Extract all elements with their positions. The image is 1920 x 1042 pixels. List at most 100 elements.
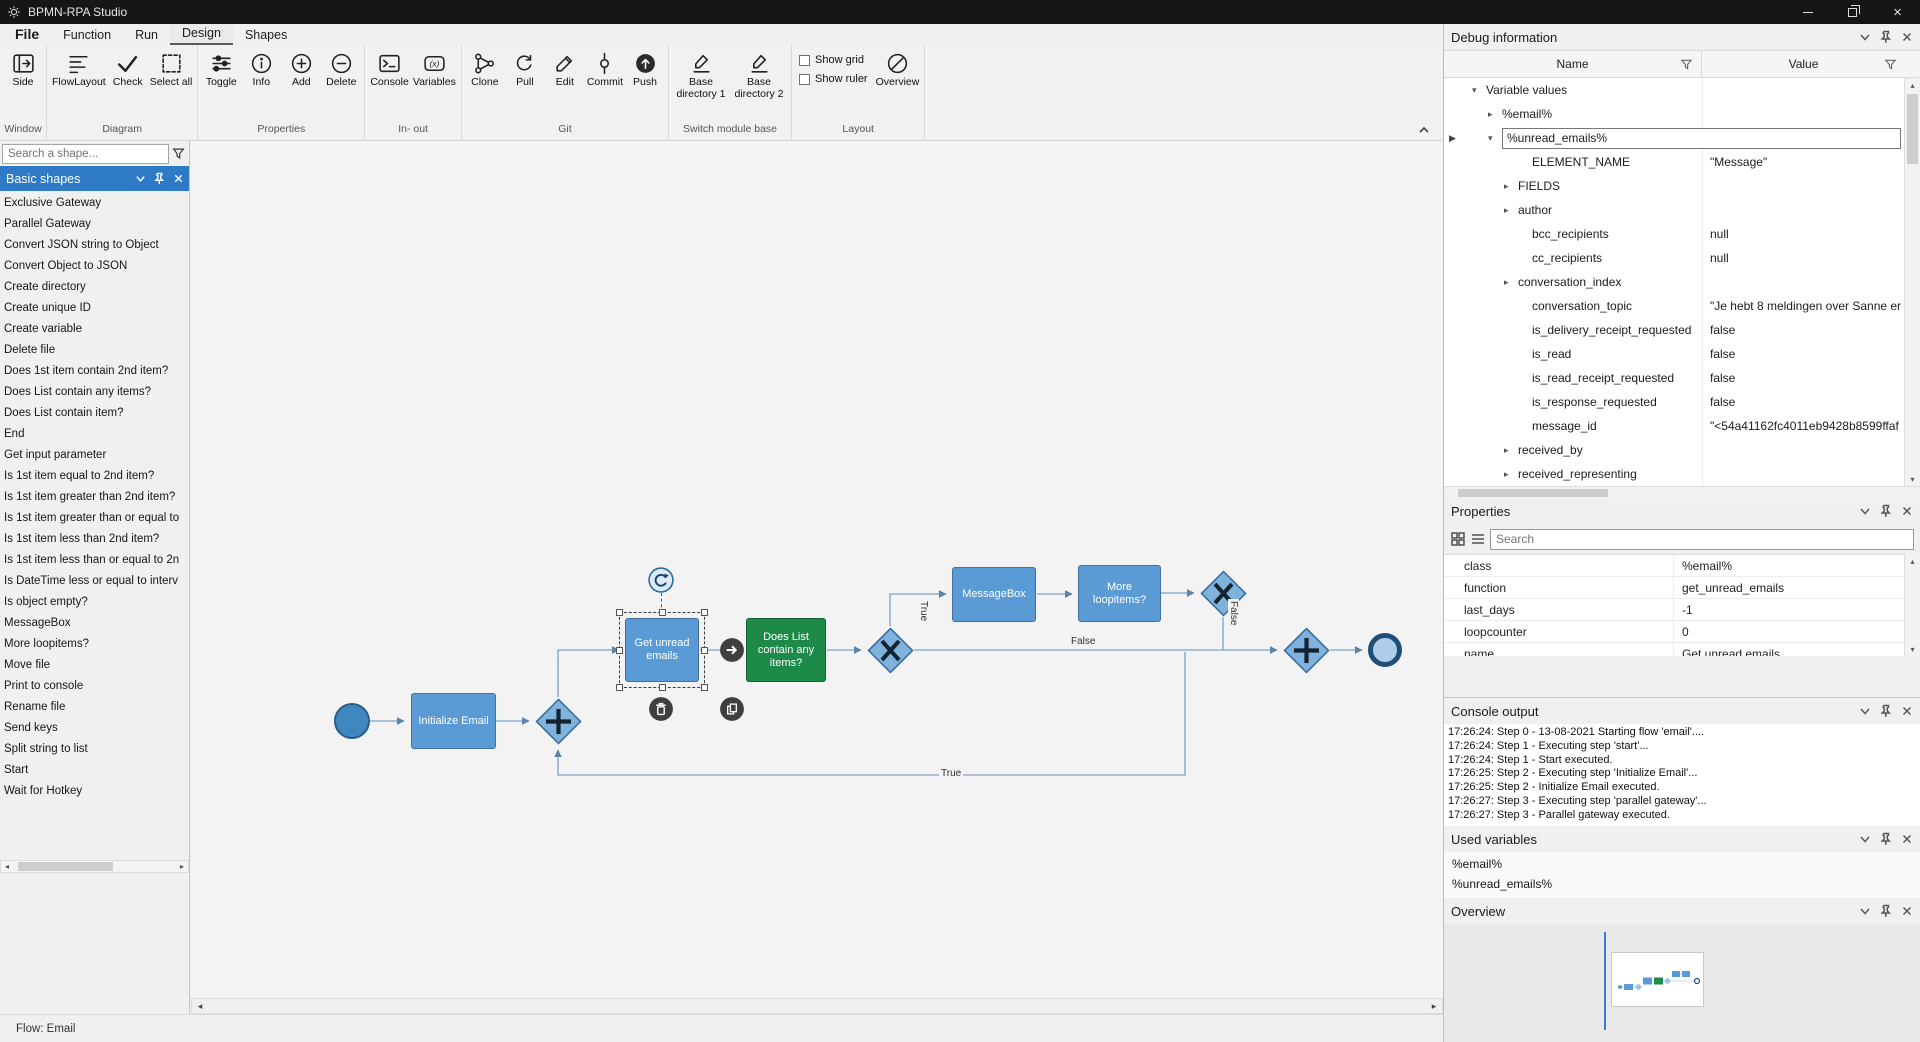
pin-icon[interactable] [153,172,166,185]
end-event-node[interactable] [1368,633,1402,667]
pull-button[interactable]: Pull [505,48,545,90]
scroll-up-icon[interactable]: ▴ [1905,78,1920,92]
debug-vertical-scrollbar[interactable]: ▴ ▾ [1904,78,1920,486]
console-log[interactable]: 17:26:24: Step 0 - 13-08-2021 Starting f… [1444,724,1920,826]
close-button[interactable]: × [1875,0,1920,24]
shape-item[interactable]: More loopitems? [0,634,189,655]
tree-row[interactable]: ▸ received_representing [1444,462,1905,486]
task-node-more-loopitems[interactable]: More loopitems? [1078,565,1161,622]
tree-row[interactable]: ▸ conversation_index [1444,270,1905,294]
tree-row[interactable]: message_id "<54a41162fc4011eb9428b8599ffa… [1444,414,1905,438]
clone-button[interactable]: Clone [465,48,505,90]
canvas-horizontal-scrollbar[interactable]: ◂ ▸ [191,998,1443,1014]
shape-item[interactable]: Split string to list [0,739,189,760]
selection-handle[interactable] [659,684,666,691]
scroll-left-icon[interactable]: ◂ [1,862,13,871]
shape-item[interactable]: Is 1st item less than 2nd item? [0,529,189,550]
menu-run[interactable]: Run [123,26,170,45]
selection-handle[interactable] [701,684,708,691]
shape-item[interactable]: Convert JSON string to Object [0,235,189,256]
property-row[interactable]: name Get unread emails [1444,643,1905,656]
shape-item[interactable]: Does List contain any items? [0,382,189,403]
list-view-icon[interactable] [1470,531,1486,547]
selection-outline[interactable] [616,609,708,691]
task-node-does-list-contain[interactable]: Does List contain any items? [746,618,826,682]
ribbon-collapse-icon[interactable] [1417,124,1431,136]
trash-icon[interactable] [648,696,674,722]
base-directory-2-button[interactable]: Base directory 2 [730,48,788,101]
shape-item[interactable]: Convert Object to JSON [0,256,189,277]
variables-button[interactable]: (x) Variables [411,48,458,90]
tree-row[interactable]: is_response_requested false [1444,390,1905,414]
flowlayout-button[interactable]: FlowLayout [50,48,108,90]
shape-item[interactable]: MessageBox [0,613,189,634]
show-ruler-checkbox[interactable]: Show ruler [799,73,868,85]
info-button[interactable]: Info [241,48,281,90]
shape-item[interactable]: Wait for Hotkey [0,781,189,802]
pin-icon[interactable] [1879,904,1893,918]
shape-item[interactable]: Get input parameter [0,445,189,466]
console-button[interactable]: Console [368,48,411,90]
shape-item[interactable]: Is DateTime less or equal to interv [0,571,189,592]
edit-button[interactable]: Edit [545,48,585,90]
overview-minimap[interactable] [1444,924,1920,1042]
shape-item[interactable]: Is 1st item greater than 2nd item? [0,487,189,508]
selection-handle[interactable] [616,647,623,654]
add-button[interactable]: Add [281,48,321,90]
close-icon[interactable] [1900,832,1914,846]
maximize-button[interactable] [1830,0,1875,24]
shape-item[interactable]: Move file [0,655,189,676]
selection-handle[interactable] [701,647,708,654]
scroll-right-icon[interactable]: ▸ [1426,1001,1442,1012]
shape-item[interactable]: End [0,424,189,445]
close-icon[interactable] [172,172,185,185]
toggle-button[interactable]: Toggle [201,48,241,90]
arrow-right-icon[interactable] [719,637,745,663]
property-row[interactable]: loopcounter 0 [1444,621,1905,643]
selection-handle[interactable] [616,684,623,691]
shape-item[interactable]: Create unique ID [0,298,189,319]
close-icon[interactable] [1900,30,1914,44]
parallel-gateway-node[interactable] [535,698,582,745]
pin-icon[interactable] [1879,30,1893,44]
scroll-down-icon[interactable]: ▾ [1905,642,1920,656]
tree-row[interactable]: cc_recipients null [1444,246,1905,270]
shape-item[interactable]: Is 1st item equal to 2nd item? [0,466,189,487]
shape-item[interactable]: Print to console [0,676,189,697]
shape-item[interactable]: Is 1st item less than or equal to 2n [0,550,189,571]
properties-search-input[interactable] [1490,528,1914,550]
exclusive-gateway-node[interactable] [867,627,914,674]
menu-file[interactable]: File [0,24,51,45]
task-node-messagebox[interactable]: MessageBox [952,567,1036,622]
property-row[interactable]: function get_unread_emails [1444,577,1905,599]
viewport-indicator[interactable] [1604,932,1606,1030]
used-variable-item[interactable]: %unread_emails% [1444,874,1920,894]
check-button[interactable]: Check [108,48,148,90]
shape-item[interactable]: Does List contain item? [0,403,189,424]
property-row[interactable]: last_days -1 [1444,599,1905,621]
shape-item[interactable]: Rename file [0,697,189,718]
commit-button[interactable]: Commit [585,48,625,90]
selection-handle[interactable] [616,609,623,616]
tree-row[interactable]: ▸ FIELDS [1444,174,1905,198]
tree-row[interactable]: is_read false [1444,342,1905,366]
close-icon[interactable] [1900,704,1914,718]
shape-item[interactable]: Does 1st item contain 2nd item? [0,361,189,382]
chevron-down-icon[interactable] [134,172,147,185]
debug-horizontal-scrollbar[interactable] [1444,486,1920,498]
loop-icon[interactable] [648,567,674,593]
tree-row-selected[interactable]: ▶ ▾ %unread_emails% [1444,126,1905,150]
chevron-down-icon[interactable] [1858,30,1872,44]
filter-icon[interactable] [1884,58,1897,71]
task-node-initialize-email[interactable]: Initialize Email [411,693,496,749]
shape-item[interactable]: Send keys [0,718,189,739]
overview-button[interactable]: Overview [874,48,922,90]
tree-row[interactable]: conversation_topic "Je hebt 8 meldingen o… [1444,294,1905,318]
scrollbar-thumb[interactable] [1907,94,1918,164]
minimize-button[interactable] [1785,0,1830,24]
categorized-view-icon[interactable] [1450,531,1466,547]
shape-item[interactable]: Create directory [0,277,189,298]
start-event-node[interactable] [334,703,370,739]
minimap-thumbnail[interactable] [1611,952,1704,1007]
shape-item[interactable]: Is 1st item greater than or equal to [0,508,189,529]
